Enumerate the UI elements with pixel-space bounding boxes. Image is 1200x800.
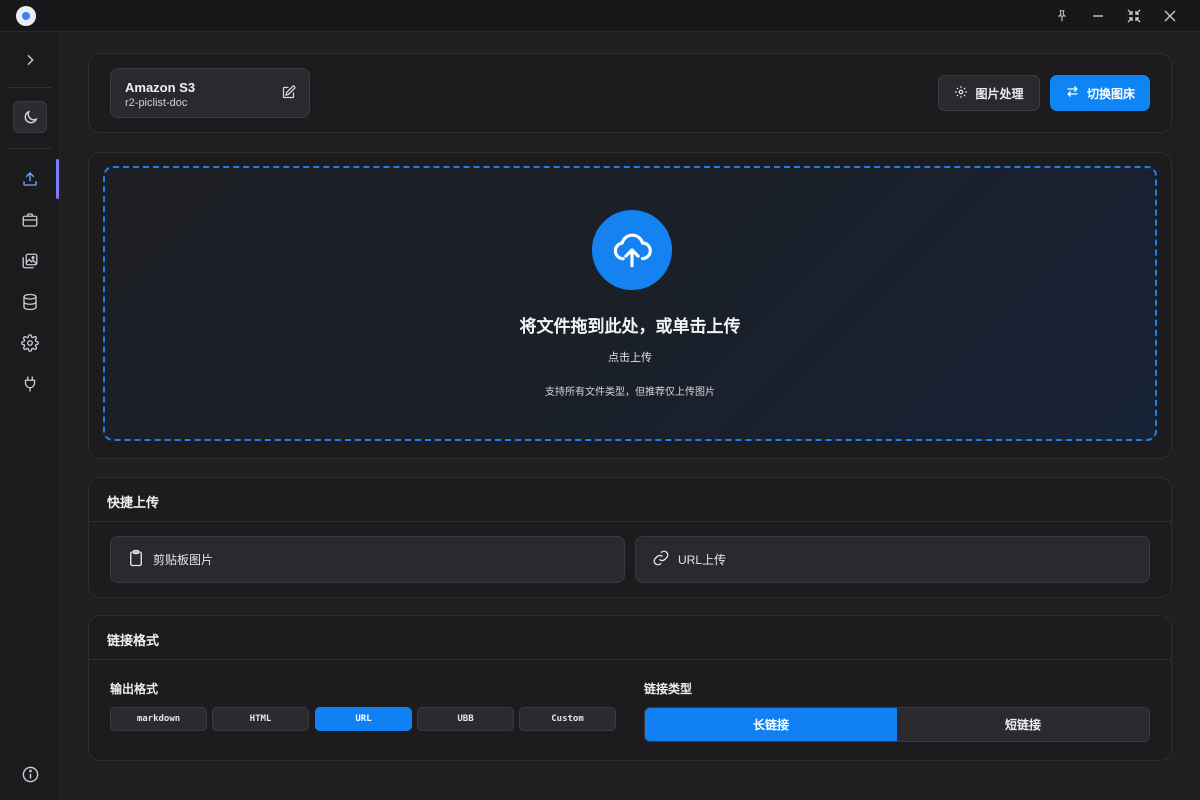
sidebar (0, 32, 60, 800)
sidebar-divider (8, 87, 52, 88)
current-picbed[interactable]: Amazon S3 r2-piclist-doc (110, 68, 310, 118)
clipboard-icon (127, 549, 145, 570)
format-custom-button[interactable]: Custom (519, 707, 616, 731)
picbed-name: Amazon S3 (125, 80, 196, 95)
clipboard-upload-label: 剪贴板图片 (153, 553, 214, 567)
section-divider (89, 659, 1171, 660)
long-link-option[interactable]: 长链接 (645, 708, 897, 741)
upload-icon[interactable] (0, 159, 60, 199)
format-html-button[interactable]: HTML (212, 707, 309, 731)
short-link-option[interactable]: 短链接 (897, 708, 1149, 741)
sidebar-divider (8, 148, 52, 149)
briefcase-icon[interactable] (0, 200, 60, 240)
plug-icon[interactable] (0, 364, 60, 404)
image-process-label: 图片处理 (975, 86, 1024, 101)
quick-upload-title: 快捷上传 (107, 495, 160, 510)
title-bar (0, 0, 1200, 32)
image-process-button[interactable]: 图片处理 (938, 75, 1040, 111)
pin-icon[interactable] (1044, 0, 1080, 32)
url-upload-button[interactable]: URL上传 (635, 536, 1150, 583)
gear-icon (954, 85, 968, 102)
output-format-label: 输出格式 (110, 682, 159, 696)
gallery-icon[interactable] (0, 241, 60, 281)
dropzone-hint: 支持所有文件类型，但推荐仅上传图片 (545, 387, 715, 398)
upload-dropzone[interactable]: 将文件拖到此处，或单击上传 点击上传 支持所有文件类型，但推荐仅上传图片 (103, 166, 1157, 441)
dropzone-main-text: 将文件拖到此处，或单击上传 (519, 317, 741, 336)
gear-icon[interactable] (0, 323, 60, 363)
url-upload-label: URL上传 (678, 553, 727, 567)
section-divider (89, 521, 1171, 522)
picbed-config-name: r2-piclist-doc (125, 97, 188, 109)
edit-icon[interactable] (281, 85, 296, 105)
format-url-button[interactable]: URL (315, 707, 412, 731)
database-icon[interactable] (0, 282, 60, 322)
format-ubb-button[interactable]: UBB (417, 707, 514, 731)
chevron-right-icon[interactable] (0, 40, 60, 80)
format-markdown-button[interactable]: markdown (110, 707, 207, 731)
close-icon[interactable] (1152, 0, 1188, 32)
cloud-upload-icon (592, 210, 672, 290)
moon-icon[interactable] (13, 101, 47, 133)
switch-picbed-label: 切换图床 (1086, 86, 1135, 101)
switch-picbed-button[interactable]: 切换图床 (1050, 75, 1150, 111)
app-logo (16, 6, 36, 26)
restore-icon[interactable] (1116, 0, 1152, 32)
link-format-title: 链接格式 (107, 633, 160, 648)
link-icon (652, 549, 670, 570)
info-icon[interactable] (0, 754, 60, 794)
swap-icon (1065, 84, 1080, 102)
link-type-label: 链接类型 (644, 682, 693, 696)
minimize-icon[interactable] (1080, 0, 1116, 32)
clipboard-upload-button[interactable]: 剪贴板图片 (110, 536, 625, 583)
click-upload-text[interactable]: 点击上传 (105, 349, 1155, 365)
link-type-toggle: 长链接 短链接 (644, 707, 1150, 742)
